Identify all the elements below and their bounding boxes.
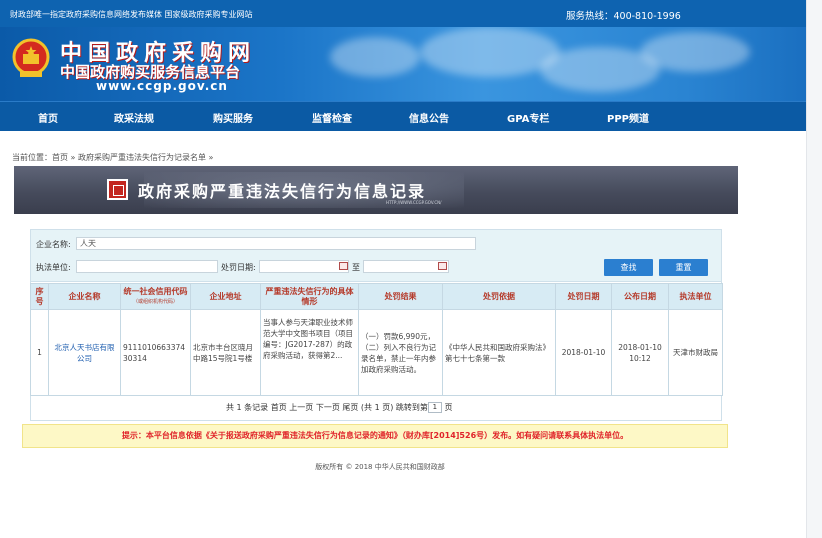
banner-cloud [640,32,750,72]
nav-item-supervision[interactable]: 监督检查 [312,110,352,125]
column-header-credit-code: 统一社会信用代码 （或组织机构代码） [120,283,191,310]
pager-last[interactable]: 尾页 [342,403,358,412]
pager-jump-label: 跳转到第 [395,403,428,412]
cell-address: 北京市丰台区晓月中路15号院1号楼 [190,309,261,396]
page-title: 政府采购严重违法失信行为信息记录 [138,182,427,201]
reset-button[interactable]: 重置 [659,259,708,276]
seal-icon [107,179,128,200]
results-table: 序号 企业名称 统一社会信用代码 （或组织机构代码） 企业地址 严重违法失信行为… [30,283,723,396]
notice-banner: 提示：本平台信息依据《关于报送政府采购严重违法失信行为信息记录的通知》（财办库[… [22,424,728,448]
nav-item-purchase-services[interactable]: 购买服务 [213,110,253,125]
column-header-credit-code-sub: （或组织机构代码） [132,298,178,305]
pager-page-suffix: 页 [444,403,453,412]
cell-situation: 当事人参与天津职业技术师范大学中文图书项目（项目编号：JG2017-287）的政… [260,309,359,396]
pager-prev[interactable]: 上一页 [289,403,313,412]
cell-publish-date: 2018-01-10 10:12 [611,309,669,396]
pager-next[interactable]: 下一页 [316,403,340,412]
column-header-unit: 执法单位 [668,283,723,310]
search-panel: 企业名称: 执法单位: 处罚日期: 至 查找 重置 [30,229,722,282]
pager-summary: 共 1 条记录 [226,403,269,412]
site-logo-url: www.ccgp.gov.cn [96,79,228,93]
site-banner: 中国政府采购网 中国政府购买服务信息平台 www.ccgp.gov.cn [0,27,806,101]
cell-basis: 《中华人民共和国政府采购法》第七十七条第一款 [442,309,556,396]
pagination: 共 1 条记录 首页 上一页 下一页 尾页 (共 1 页) 跳转到第 1 页 [226,402,452,413]
main-nav: 首页 政采法规 购买服务 监督检查 信息公告 GPA专栏 PPP频道 [0,101,806,131]
nav-item-ppp[interactable]: PPP频道 [607,110,649,125]
nav-item-gpa[interactable]: GPA专栏 [507,110,549,125]
pager-page-input[interactable]: 1 [427,402,442,413]
nav-item-announcements[interactable]: 信息公告 [409,110,449,125]
calendar-icon[interactable] [438,262,447,270]
banner-cloud [330,37,420,77]
page-title-bar: 政府采购严重违法失信行为信息记录 HTTP://WWW.CCGP.GOV.CN/ [14,166,738,214]
cell-unit: 天津市财政局 [668,309,723,396]
banner-cloud [420,27,560,77]
column-header-situation: 严重违法失信行为的具体情形 [260,283,359,310]
column-header-basis: 处罚依据 [442,283,556,310]
page-title-url: HTTP://WWW.CCGP.GOV.CN/ [386,200,442,205]
search-button[interactable]: 查找 [604,259,653,276]
site-tagline: 财政部唯一指定政府采购信息网络发布媒体 国家级政府采购专业网站 [10,10,253,19]
date-to-label: 至 [352,263,360,272]
cell-credit-code: 911101066337430314 [120,309,191,396]
column-header-credit-code-label: 统一社会信用代码 [123,286,188,296]
pager-pages: (共 1 页) [360,403,394,412]
company-link[interactable]: 北京人天书店有限公司 [55,343,115,363]
date-label: 处罚日期: [221,263,256,272]
cell-result: （一）罚款6,990元，（二）列入不良行为记录名单，禁止一年内参加政府采购活动。 [358,309,443,396]
cell-index: 1 [30,309,49,396]
pager-first[interactable]: 首页 [271,403,287,412]
calendar-icon[interactable] [339,262,348,270]
right-gutter [806,0,822,538]
column-header-penalty-date: 处罚日期 [555,283,612,310]
unit-input[interactable] [76,260,218,273]
table-row: 1 北京人天书店有限公司 911101066337430314 北京市丰台区晓月… [30,309,723,396]
breadcrumb[interactable]: 当前位置：首页 » 政府采购严重违法失信行为记录名单 » [12,152,213,163]
start-date-input[interactable] [259,260,349,273]
nav-item-home[interactable]: 首页 [38,110,58,125]
column-header-publish-date: 公布日期 [611,283,669,310]
end-date-input[interactable] [363,260,449,273]
column-header-index: 序号 [30,283,49,310]
top-bar: 财政部唯一指定政府采购信息网络发布媒体 国家级政府采购专业网站 服务热线：400… [0,0,806,27]
company-input[interactable] [76,237,476,250]
nav-item-regulations[interactable]: 政采法规 [114,110,154,125]
service-hotline: 服务热线：400-810-1996 [566,11,681,22]
cell-company: 北京人天书店有限公司 [48,309,121,396]
footer-copyright: 版权所有 © 2018 中华人民共和国财政部 [315,463,445,471]
column-header-address: 企业地址 [190,283,261,310]
unit-label: 执法单位: [36,263,71,272]
company-label: 企业名称: [36,240,71,249]
column-header-company: 企业名称 [48,283,121,310]
column-header-result: 处罚结果 [358,283,443,310]
national-emblem-icon[interactable] [12,38,50,80]
table-header-row: 序号 企业名称 统一社会信用代码 （或组织机构代码） 企业地址 严重违法失信行为… [30,283,723,310]
cell-penalty-date: 2018-01-10 [555,309,612,396]
situation-text: 当事人参与天津职业技术师范大学中文图书项目（项目编号：JG2017-287）的政… [263,317,353,360]
